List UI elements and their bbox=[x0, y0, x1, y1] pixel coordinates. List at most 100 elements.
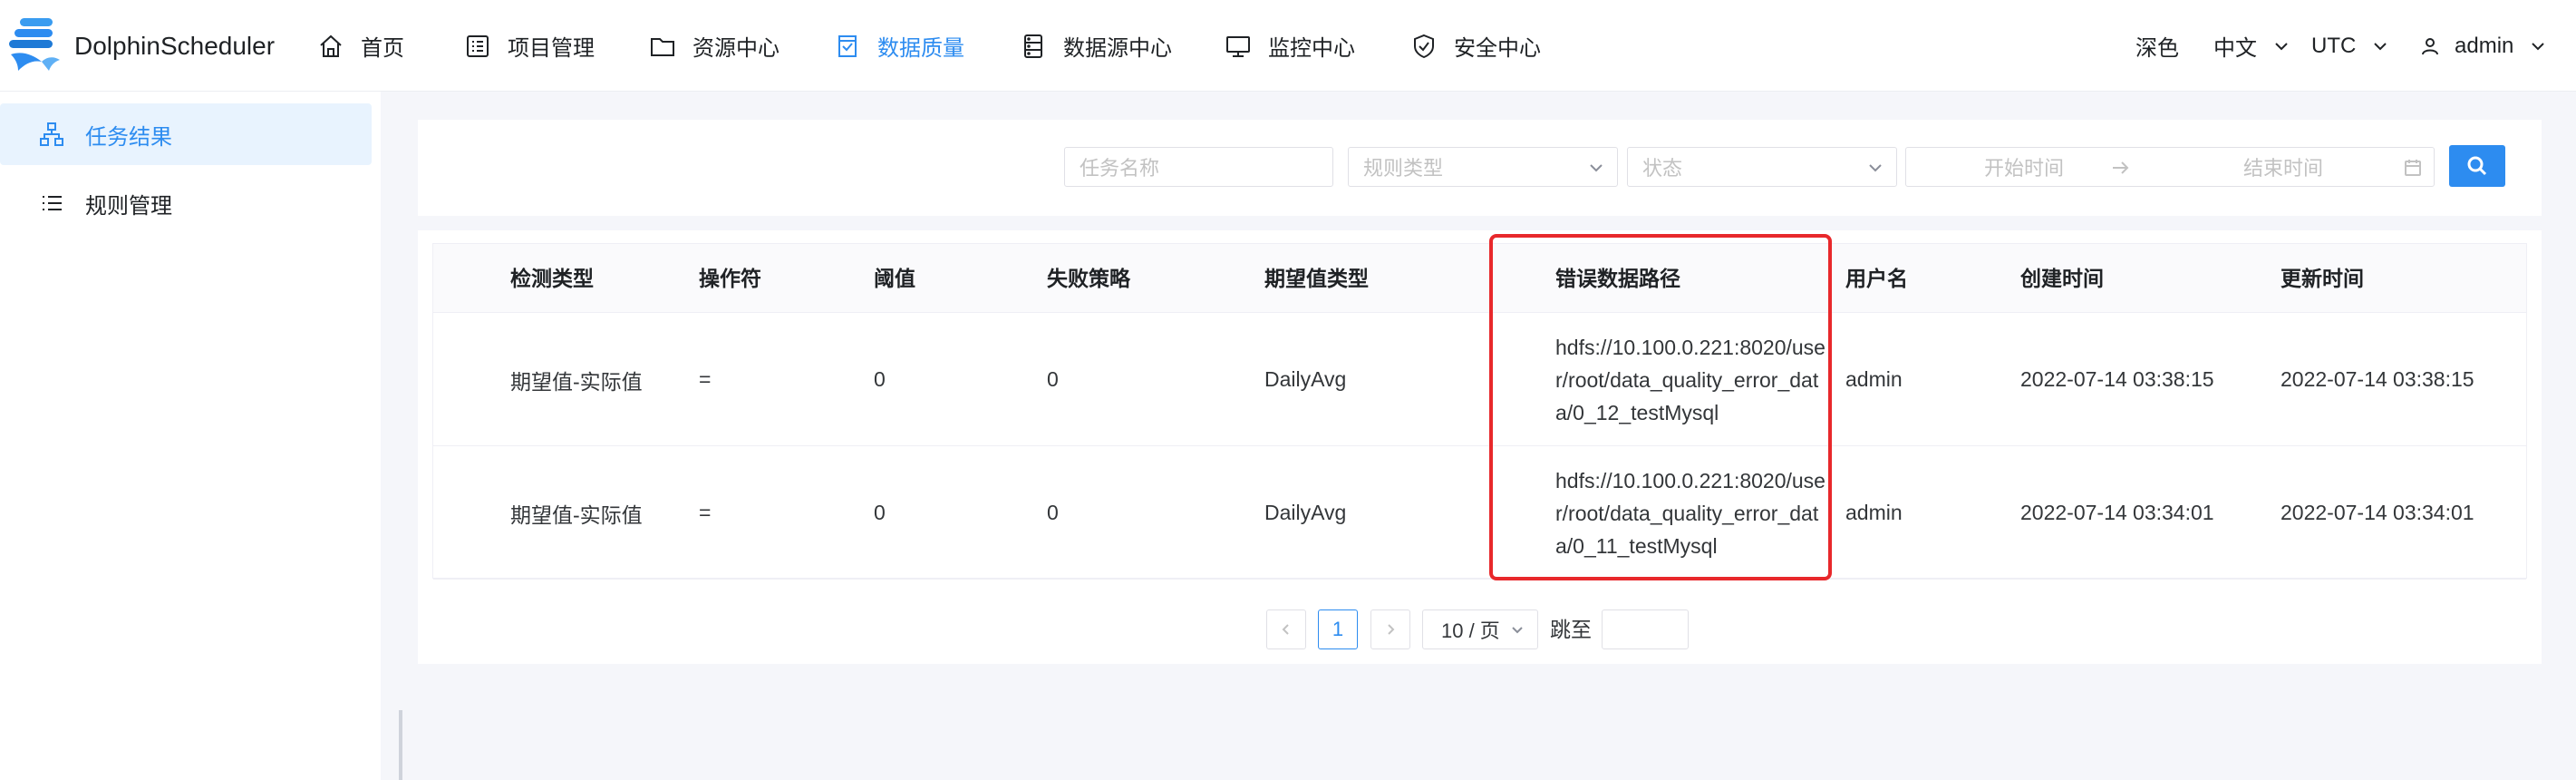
shield-icon bbox=[1410, 33, 1438, 60]
col-header-failure-strategy[interactable]: 失败策略 bbox=[1047, 244, 1130, 313]
chevron-down-icon bbox=[2528, 36, 2548, 56]
timezone-select[interactable]: UTC bbox=[2311, 0, 2390, 92]
filter-card: 任务名称 规则类型 状态 开始时间 结束时间 bbox=[418, 120, 2542, 216]
jump-to-input[interactable] bbox=[1602, 609, 1689, 649]
sidebar-item-label: 规则管理 bbox=[85, 193, 172, 219]
prev-page-button[interactable] bbox=[1266, 609, 1306, 649]
cell-create-time: 2022-07-14 03:34:01 bbox=[2020, 501, 2214, 524]
scrollbar[interactable] bbox=[399, 710, 402, 780]
task-tree-icon bbox=[38, 121, 65, 148]
col-header-check-type[interactable]: 检测类型 bbox=[510, 244, 594, 313]
cell-check-type: 期望值-实际值 bbox=[510, 502, 643, 527]
user-menu[interactable]: admin bbox=[2420, 0, 2548, 92]
cell-check-type: 期望值-实际值 bbox=[510, 369, 643, 394]
nav-security-label: 安全中心 bbox=[1454, 36, 1541, 61]
results-table: 检测类型 操作符 阈值 失败策略 期望值类型 错误数据路径 用户名 创建时间 更… bbox=[432, 243, 2527, 580]
user-icon bbox=[2420, 36, 2440, 56]
task-name-placeholder: 任务名称 bbox=[1080, 157, 1160, 180]
state-placeholder: 状态 bbox=[1642, 157, 1683, 180]
table-row: 期望值-实际值 = 0 0 DailyAvg hdfs://10.100.0.2… bbox=[433, 446, 2526, 580]
arrow-right-icon bbox=[2110, 158, 2130, 178]
sidebar: 任务结果 规则管理 bbox=[0, 92, 381, 780]
jump-to-label: 跳至 bbox=[1550, 618, 1592, 641]
state-select[interactable]: 状态 bbox=[1627, 147, 1897, 187]
nav-home[interactable]: 首页 bbox=[317, 0, 404, 92]
nav-datasource[interactable]: 数据源中心 bbox=[1020, 0, 1172, 92]
start-time-placeholder: 开始时间 bbox=[1984, 157, 2065, 180]
home-icon bbox=[317, 33, 344, 60]
sidebar-item-label: 任务结果 bbox=[85, 124, 172, 150]
language-label: 中文 bbox=[2213, 36, 2257, 61]
col-header-update-time[interactable]: 更新时间 bbox=[2281, 244, 2364, 313]
cell-threshold: 0 bbox=[874, 501, 886, 524]
cell-expected-type: DailyAvg bbox=[1264, 367, 1347, 391]
list-icon bbox=[38, 190, 65, 217]
top-header: DolphinScheduler 首页 项目管理 资源中心 数据质量 数据源中心 bbox=[0, 0, 2576, 92]
error-path-highlight-box bbox=[1489, 234, 1832, 580]
nav-data-quality-label: 数据质量 bbox=[877, 36, 964, 61]
nav-project[interactable]: 项目管理 bbox=[464, 0, 595, 92]
cell-threshold: 0 bbox=[874, 367, 886, 391]
date-range-picker[interactable]: 开始时间 结束时间 bbox=[1905, 147, 2435, 187]
cell-failure-strategy: 0 bbox=[1047, 501, 1059, 524]
nav-project-label: 项目管理 bbox=[508, 36, 595, 61]
nav-data-quality[interactable]: 数据质量 bbox=[834, 0, 964, 92]
theme-toggle[interactable]: 深色 bbox=[2135, 0, 2179, 92]
rule-type-placeholder: 规则类型 bbox=[1363, 157, 1444, 180]
cell-update-time: 2022-07-14 03:38:15 bbox=[2281, 367, 2474, 391]
rule-type-select[interactable]: 规则类型 bbox=[1348, 147, 1618, 187]
cell-operator: = bbox=[699, 367, 712, 391]
table-row: 期望值-实际值 = 0 0 DailyAvg hdfs://10.100.0.2… bbox=[433, 313, 2526, 446]
task-name-input[interactable]: 任务名称 bbox=[1064, 147, 1333, 187]
next-page-button[interactable] bbox=[1370, 609, 1410, 649]
col-header-username[interactable]: 用户名 bbox=[1845, 244, 1908, 313]
search-button[interactable] bbox=[2449, 145, 2505, 187]
chevron-down-icon bbox=[1586, 158, 1606, 178]
calendar-icon bbox=[2403, 158, 2423, 178]
dolphin-logo-icon[interactable] bbox=[5, 15, 67, 76]
monitor-icon bbox=[1225, 33, 1252, 60]
page-size-select[interactable]: 10 / 页 bbox=[1422, 609, 1538, 649]
cell-operator: = bbox=[699, 501, 712, 524]
nav-home-label: 首页 bbox=[361, 36, 404, 61]
cell-create-time: 2022-07-14 03:38:15 bbox=[2020, 367, 2214, 391]
search-icon bbox=[2465, 154, 2489, 178]
page-button-current[interactable]: 1 bbox=[1318, 609, 1358, 649]
data-quality-icon bbox=[834, 33, 861, 60]
chevron-down-icon bbox=[1508, 621, 1526, 639]
page-size-label: 10 / 页 bbox=[1441, 619, 1500, 642]
chevron-right-icon bbox=[1382, 621, 1399, 638]
cell-username: admin bbox=[1845, 501, 1903, 524]
cell-update-time: 2022-07-14 03:34:01 bbox=[2281, 501, 2474, 524]
col-header-threshold[interactable]: 阈值 bbox=[874, 244, 915, 313]
cell-expected-type: DailyAvg bbox=[1264, 501, 1347, 524]
chevron-down-icon bbox=[2271, 36, 2291, 56]
chevron-down-icon bbox=[1865, 158, 1885, 178]
nav-security[interactable]: 安全中心 bbox=[1410, 0, 1541, 92]
brand-name[interactable]: DolphinScheduler bbox=[74, 0, 275, 92]
cell-failure-strategy: 0 bbox=[1047, 367, 1059, 391]
project-list-icon bbox=[464, 33, 491, 60]
sidebar-item-task-result[interactable]: 任务结果 bbox=[0, 103, 372, 165]
folder-icon bbox=[649, 33, 676, 60]
nav-datasource-label: 数据源中心 bbox=[1063, 36, 1172, 61]
col-header-create-time[interactable]: 创建时间 bbox=[2020, 244, 2104, 313]
end-time-placeholder: 结束时间 bbox=[2243, 157, 2324, 180]
nav-monitor[interactable]: 监控中心 bbox=[1225, 0, 1355, 92]
chevron-down-icon bbox=[2370, 36, 2390, 56]
nav-resource-label: 资源中心 bbox=[692, 36, 780, 61]
datasource-icon bbox=[1020, 33, 1047, 60]
chevron-left-icon bbox=[1278, 621, 1294, 638]
cell-username: admin bbox=[1845, 367, 1903, 391]
col-header-operator[interactable]: 操作符 bbox=[699, 244, 761, 313]
user-name: admin bbox=[2455, 33, 2514, 58]
timezone-label: UTC bbox=[2311, 33, 2357, 58]
language-select[interactable]: 中文 bbox=[2213, 0, 2291, 92]
col-header-expected-type[interactable]: 期望值类型 bbox=[1264, 244, 1369, 313]
sidebar-item-rule-management[interactable]: 规则管理 bbox=[0, 172, 372, 234]
theme-label: 深色 bbox=[2135, 36, 2179, 61]
nav-resource[interactable]: 资源中心 bbox=[649, 0, 780, 92]
table-header: 检测类型 操作符 阈值 失败策略 期望值类型 错误数据路径 用户名 创建时间 更… bbox=[433, 244, 2526, 313]
results-card: 检测类型 操作符 阈值 失败策略 期望值类型 错误数据路径 用户名 创建时间 更… bbox=[418, 230, 2542, 664]
nav-monitor-label: 监控中心 bbox=[1268, 36, 1355, 61]
